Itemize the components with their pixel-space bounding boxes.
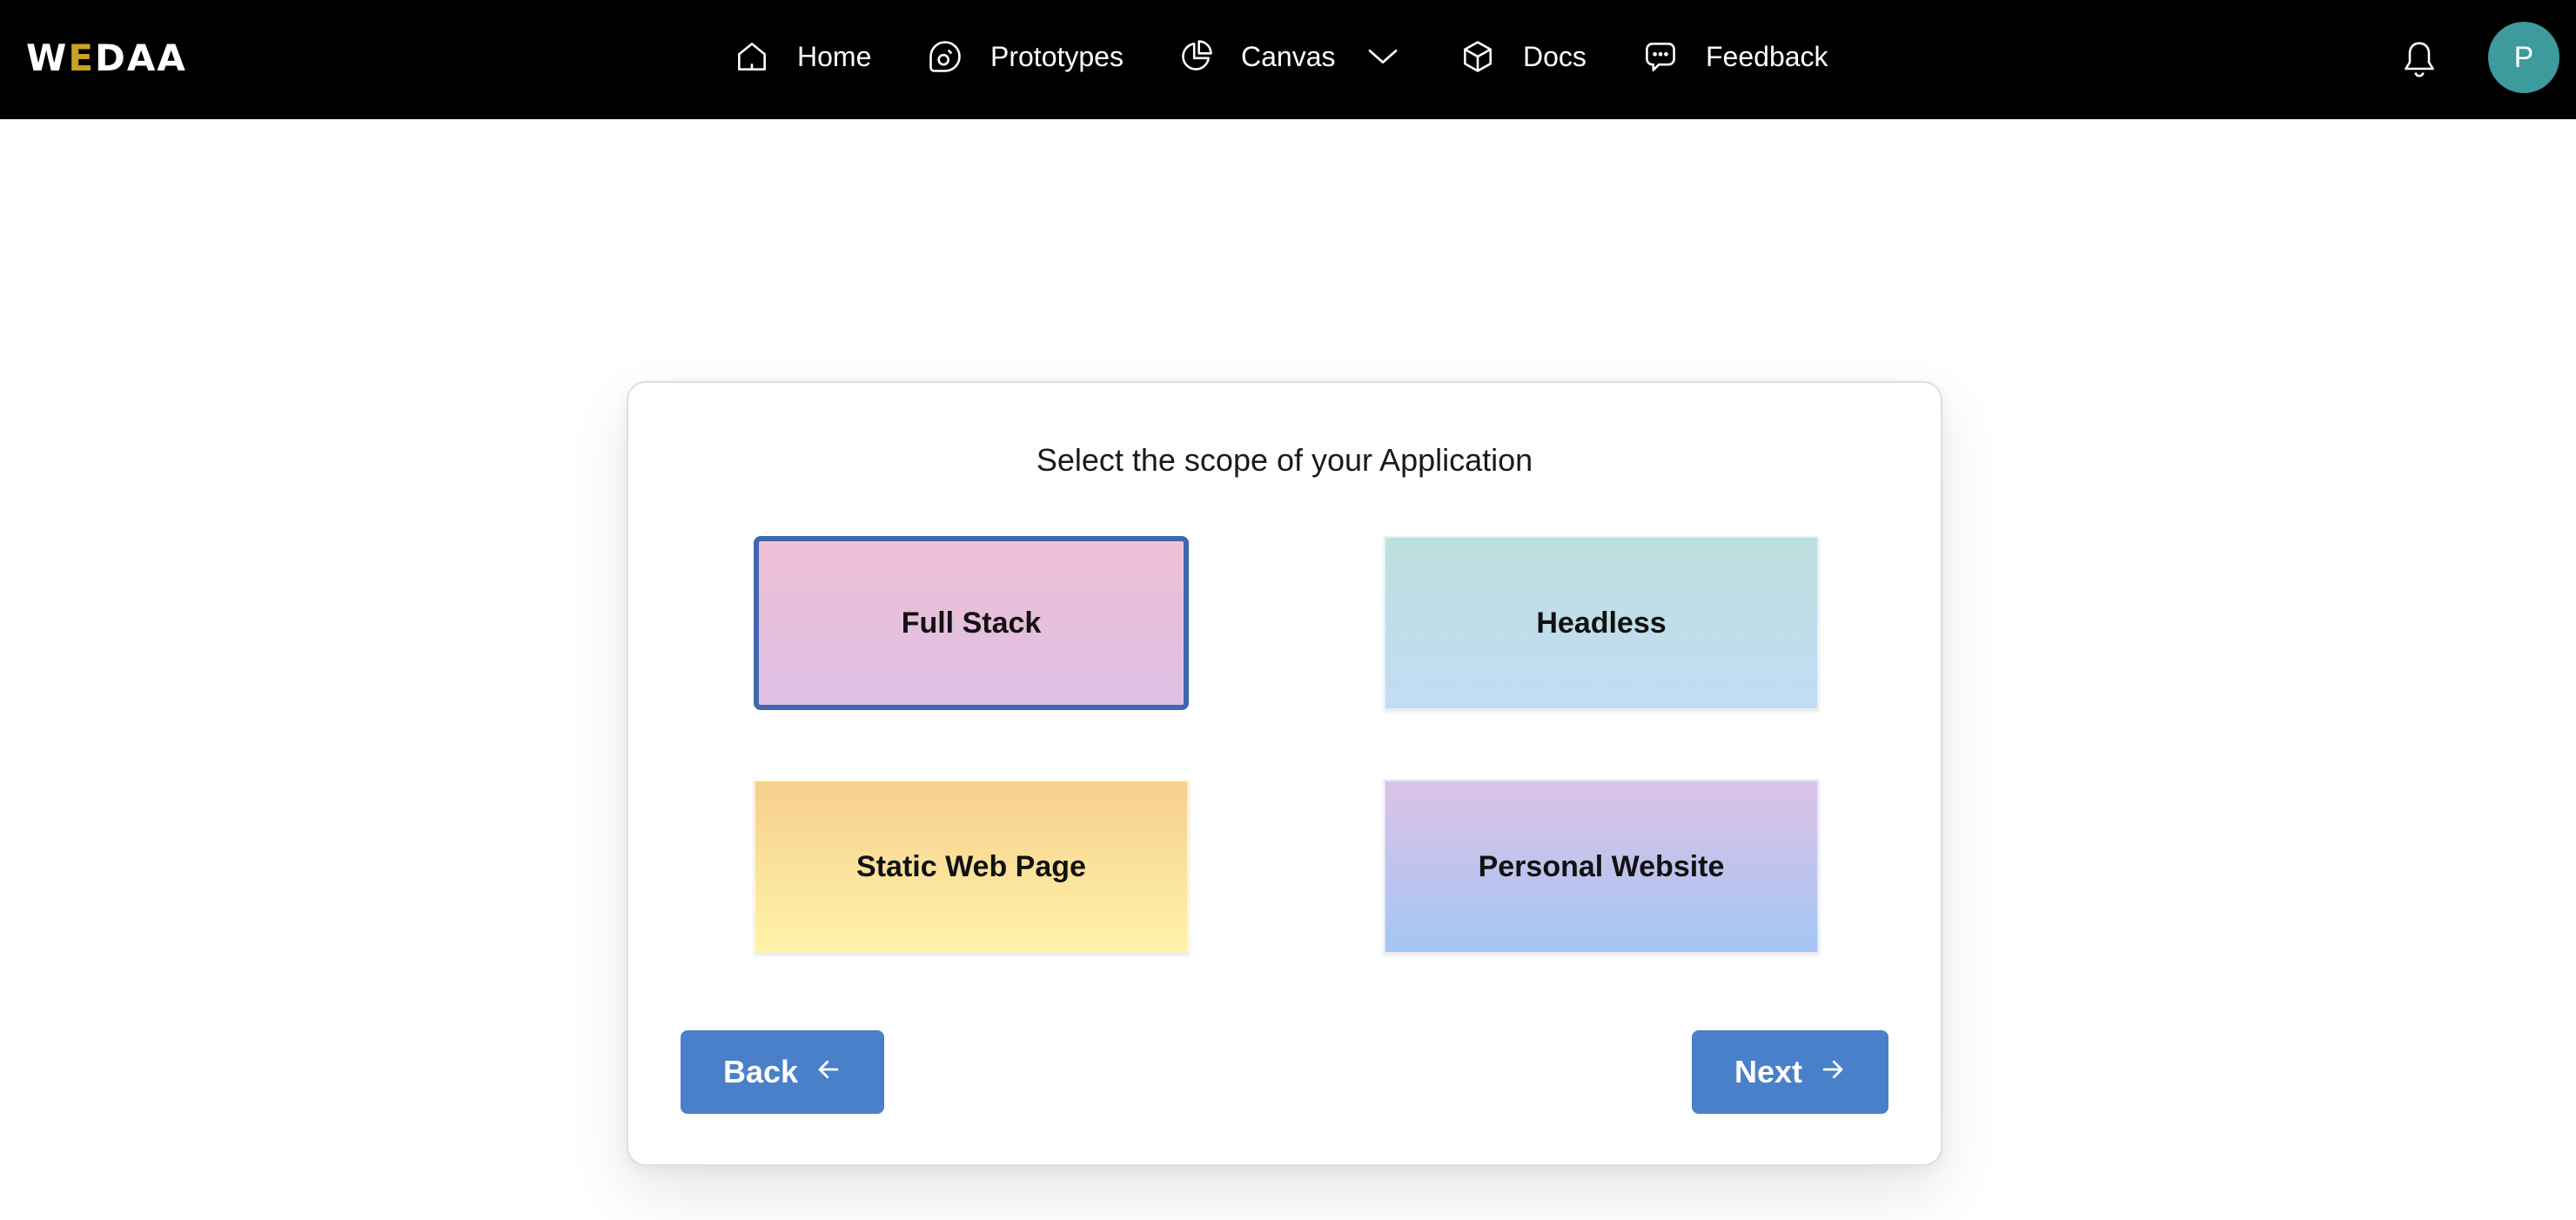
dialog-title: Select the scope of your Application [1036, 442, 1533, 478]
scope-selection-dialog: Select the scope of your Application Ful… [627, 381, 1942, 1166]
prototypes-icon [926, 37, 990, 76]
wedaa-logo[interactable]: WEDAA [26, 38, 187, 78]
option-static-web-page[interactable]: Static Web Page [754, 780, 1189, 954]
logo-accent: E [68, 37, 96, 79]
chevron-down-icon[interactable] [1336, 39, 1400, 74]
option-label: Static Web Page [856, 849, 1086, 883]
arrow-right-icon [1802, 1054, 1846, 1090]
avatar[interactable]: P [2488, 22, 2559, 93]
canvas-icon [1177, 37, 1241, 76]
top-navigation-bar: WEDAA Home Prototypes Canvas Docs Feedba… [0, 0, 2576, 119]
nav-item-docs[interactable]: Docs [1459, 0, 1587, 113]
nav-item-home[interactable]: Home [733, 0, 871, 113]
nav-label-feedback: Feedback [1706, 40, 1828, 72]
nav-label-home: Home [797, 40, 872, 72]
bell-icon[interactable] [2400, 38, 2438, 80]
nav-label-canvas: Canvas [1241, 40, 1336, 72]
logo-prefix: W [26, 37, 69, 79]
chat-bubble-icon [1641, 37, 1706, 76]
option-headless[interactable]: Headless [1384, 536, 1819, 710]
option-personal-website[interactable]: Personal Website [1384, 780, 1819, 954]
nav-item-canvas[interactable]: Canvas [1177, 0, 1400, 113]
option-label: Full Stack [901, 606, 1042, 640]
nav-label-prototypes: Prototypes [990, 40, 1124, 72]
back-button[interactable]: Back [681, 1030, 884, 1114]
nav-item-feedback[interactable]: Feedback [1641, 0, 1828, 113]
home-icon [733, 37, 797, 76]
cube-icon [1459, 37, 1523, 76]
nav-item-prototypes[interactable]: Prototypes [926, 0, 1124, 113]
back-button-label: Back [722, 1054, 799, 1089]
next-button[interactable]: Next [1692, 1030, 1888, 1114]
logo-suffix: DAA [95, 37, 187, 79]
option-full-stack[interactable]: Full Stack [754, 536, 1189, 710]
next-button-label: Next [1734, 1054, 1803, 1089]
option-label: Personal Website [1478, 849, 1725, 883]
nav-label-docs: Docs [1523, 40, 1587, 72]
arrow-left-icon [798, 1054, 842, 1090]
option-label: Headless [1536, 606, 1667, 640]
